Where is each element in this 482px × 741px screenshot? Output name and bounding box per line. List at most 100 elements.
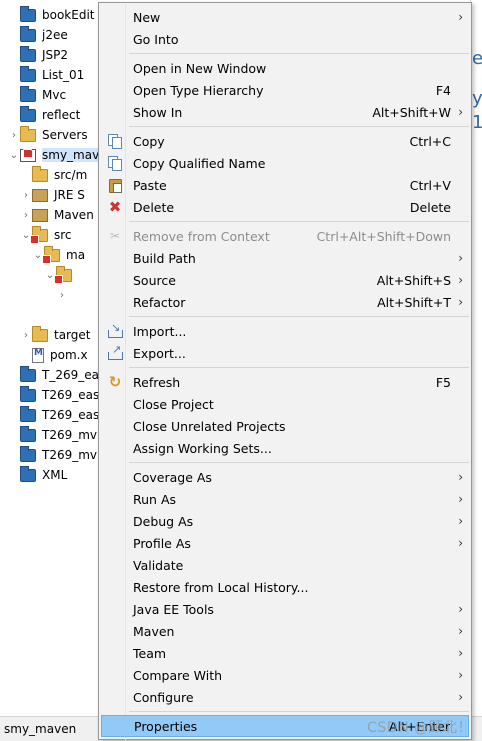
menu-item-source[interactable]: Source Alt+Shift+S › bbox=[101, 269, 469, 291]
expand-arrow-icon[interactable]: › bbox=[20, 330, 32, 341]
export-icon bbox=[107, 343, 123, 360]
menu-item-delete[interactable]: ✖ Delete Delete bbox=[101, 196, 469, 218]
menu-item-java-ee-tools[interactable]: Java EE Tools › bbox=[101, 598, 469, 620]
expand-arrow-icon[interactable]: › bbox=[56, 290, 68, 301]
tree-item-reflect[interactable]: reflect bbox=[20, 105, 80, 125]
tree-item-label: T269_eas bbox=[42, 408, 100, 422]
expand-arrow-icon[interactable]: › bbox=[8, 130, 20, 141]
menu-item-label: Open Type Hierarchy bbox=[133, 82, 264, 98]
tree-item-label: pom.x bbox=[50, 348, 88, 362]
project-icon bbox=[20, 65, 36, 82]
tree-item-bookedit[interactable]: bookEdit bbox=[20, 5, 95, 25]
tree-item-xml[interactable]: XML bbox=[20, 465, 67, 485]
tree-item-target[interactable]: › target bbox=[20, 325, 91, 345]
delete-icon: ✖ bbox=[108, 198, 122, 216]
menu-item-label: Java EE Tools bbox=[133, 601, 214, 617]
menu-separator bbox=[129, 367, 469, 368]
tree-item-src[interactable]: ⌄ src bbox=[20, 225, 72, 245]
menu-item-shortcut: Ctrl+Alt+Shift+Down bbox=[316, 228, 451, 244]
menu-item-team[interactable]: Team › bbox=[101, 642, 469, 664]
menu-item-coverage-as[interactable]: Coverage As › bbox=[101, 466, 469, 488]
project-icon bbox=[20, 5, 36, 22]
menu-item-profile-as[interactable]: Profile As › bbox=[101, 532, 469, 554]
menu-item-debug-as[interactable]: Debug As › bbox=[101, 510, 469, 532]
package-error-icon bbox=[42, 245, 60, 264]
tree-item-smy-mav[interactable]: ⌄ smy_mav bbox=[8, 145, 100, 165]
library-icon bbox=[32, 188, 48, 202]
menu-item-label: Run As bbox=[133, 491, 177, 507]
menu-item-label: Assign Working Sets... bbox=[133, 440, 272, 456]
menu-item-shortcut: Alt+Enter bbox=[389, 718, 450, 734]
tree-item-ma[interactable]: ⌄ ma bbox=[32, 245, 85, 265]
submenu-arrow-icon: › bbox=[458, 295, 463, 309]
project-icon bbox=[20, 45, 36, 62]
tree-item-j2ee[interactable]: j2ee bbox=[20, 25, 68, 45]
menu-item-compare-with[interactable]: Compare With › bbox=[101, 664, 469, 686]
menu-item-open-type-hierarchy[interactable]: Open Type Hierarchy F4 bbox=[101, 79, 469, 101]
tree-item-label: reflect bbox=[42, 108, 81, 122]
tree-item-jre-s[interactable]: › JRE S bbox=[20, 185, 85, 205]
tree-item[interactable]: ⌄ bbox=[44, 265, 78, 285]
menu-item-paste[interactable]: Paste Ctrl+V bbox=[101, 174, 469, 196]
tree-item[interactable]: › bbox=[56, 285, 68, 305]
menu-item-open-in-new-window[interactable]: Open in New Window bbox=[101, 57, 469, 79]
tree-item-t-269-ea[interactable]: T_269_ea bbox=[20, 365, 99, 385]
project-icon bbox=[20, 405, 36, 422]
menu-item-new[interactable]: New › bbox=[101, 6, 469, 28]
tree-item-jsp2[interactable]: JSP2 bbox=[20, 45, 68, 65]
import-icon bbox=[107, 321, 123, 338]
tree-item-label: T269_eas bbox=[42, 388, 100, 402]
tree-item-src-m[interactable]: src/m bbox=[32, 165, 87, 185]
tree-item-maven[interactable]: › Maven bbox=[20, 205, 94, 225]
project-icon bbox=[20, 465, 36, 482]
tree-item-label: src/m bbox=[54, 168, 88, 182]
menu-item-label: Configure bbox=[133, 689, 194, 705]
copy-qualified-name-icon bbox=[107, 156, 123, 171]
menu-item-validate[interactable]: Validate bbox=[101, 554, 469, 576]
menu-item-run-as[interactable]: Run As › bbox=[101, 488, 469, 510]
menu-separator bbox=[129, 462, 469, 463]
menu-item-label: Go Into bbox=[133, 31, 179, 47]
menu-item-go-into[interactable]: Go Into bbox=[101, 28, 469, 50]
menu-separator bbox=[129, 126, 469, 127]
menu-item-close-unrelated-projects[interactable]: Close Unrelated Projects bbox=[101, 415, 469, 437]
tree-item-t269-mv[interactable]: T269_mv bbox=[20, 445, 97, 465]
tree-item-label: XML bbox=[42, 468, 68, 482]
menu-item-label: Paste bbox=[133, 177, 167, 193]
menu-item-import[interactable]: Import... bbox=[101, 320, 469, 342]
menu-item-label: Close Unrelated Projects bbox=[133, 418, 286, 434]
tree-item-mvc[interactable]: Mvc bbox=[20, 85, 66, 105]
collapse-arrow-icon[interactable]: ⌄ bbox=[8, 150, 20, 161]
menu-item-label: Team bbox=[133, 645, 167, 661]
submenu-arrow-icon: › bbox=[458, 624, 463, 638]
tree-item-servers[interactable]: › Servers bbox=[8, 125, 88, 145]
menu-item-assign-working-sets[interactable]: Assign Working Sets... bbox=[101, 437, 469, 459]
tree-item-list-01[interactable]: List_01 bbox=[20, 65, 84, 85]
menu-item-properties[interactable]: Properties Alt+Enter bbox=[101, 715, 469, 737]
project-icon bbox=[20, 385, 36, 402]
submenu-arrow-icon: › bbox=[458, 273, 463, 287]
folder-icon bbox=[32, 325, 48, 342]
menu-item-export[interactable]: Export... bbox=[101, 342, 469, 364]
project-icon bbox=[20, 85, 36, 102]
menu-item-copy-qualified-name[interactable]: Copy Qualified Name bbox=[101, 152, 469, 174]
tree-item-t269-eas[interactable]: T269_eas bbox=[20, 385, 99, 405]
menu-item-refactor[interactable]: Refactor Alt+Shift+T › bbox=[101, 291, 469, 313]
expand-arrow-icon[interactable]: › bbox=[20, 190, 32, 201]
menu-item-restore-from-local-history[interactable]: Restore from Local History... bbox=[101, 576, 469, 598]
menu-item-maven[interactable]: Maven › bbox=[101, 620, 469, 642]
menu-item-configure[interactable]: Configure › bbox=[101, 686, 469, 708]
tree-item-pom-x[interactable]: pom.x bbox=[32, 345, 88, 365]
menu-item-build-path[interactable]: Build Path › bbox=[101, 247, 469, 269]
menu-item-close-project[interactable]: Close Project bbox=[101, 393, 469, 415]
menu-item-show-in[interactable]: Show In Alt+Shift+W › bbox=[101, 101, 469, 123]
tree-item-t269-mv[interactable]: T269_mv bbox=[20, 425, 97, 445]
menu-item-shortcut: F4 bbox=[435, 82, 451, 98]
expand-arrow-icon[interactable]: › bbox=[20, 210, 32, 221]
menu-item-label: Delete bbox=[133, 199, 175, 215]
tree-item-t269-eas[interactable]: T269_eas bbox=[20, 405, 99, 425]
maven-pom-icon bbox=[32, 347, 44, 363]
tree-item-label: T269_mv bbox=[42, 428, 98, 442]
menu-item-copy[interactable]: Copy Ctrl+C bbox=[101, 130, 469, 152]
menu-item-refresh[interactable]: ↻ Refresh F5 bbox=[101, 371, 469, 393]
